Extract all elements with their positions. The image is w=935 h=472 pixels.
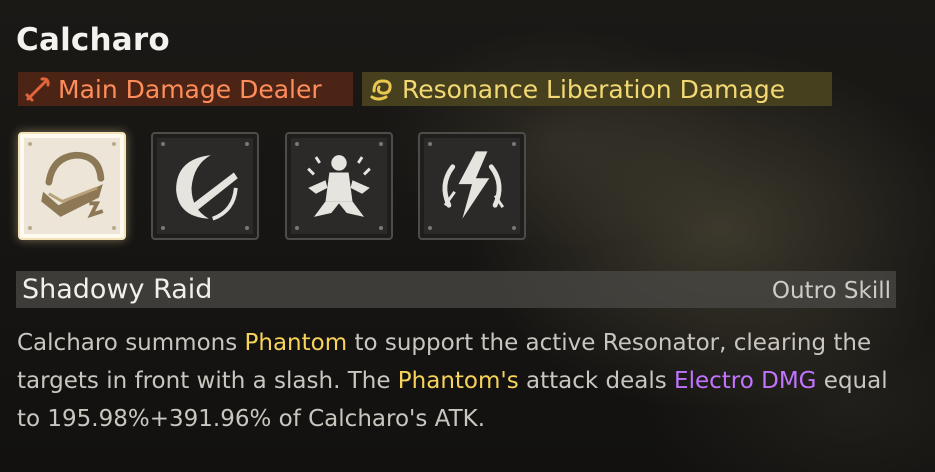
shadowy-raid-icon <box>41 151 105 219</box>
skill-slot-slash[interactable] <box>151 132 259 240</box>
tag-label: Main Damage Dealer <box>58 74 322 104</box>
tag-label: Resonance Liberation Damage <box>402 74 786 104</box>
character-name: Calcharo <box>16 22 170 58</box>
skill-name: Shadowy Raid <box>22 274 213 305</box>
skill-description: Calcharo summons Phantom to support the … <box>17 324 907 438</box>
skill-slot-lightning[interactable] <box>418 132 526 240</box>
role-tag-resonance-liberation: Resonance Liberation Damage <box>362 72 832 106</box>
highlight-phantoms: Phantom's <box>397 368 519 394</box>
figure-icon <box>307 155 371 217</box>
description-text: Calcharo summons <box>17 330 245 356</box>
highlight-phantom: Phantom <box>244 330 348 356</box>
sword-icon <box>24 75 52 103</box>
lightning-icon <box>442 151 505 219</box>
highlight-electro-dmg: Electro DMG <box>674 368 817 394</box>
swirl-icon <box>368 75 396 103</box>
slash-icon <box>176 155 238 221</box>
role-tag-main-damage-dealer: Main Damage Dealer <box>18 72 353 106</box>
skill-type: Outro Skill <box>771 278 891 304</box>
skill-slot-shadowy-raid[interactable] <box>18 132 126 240</box>
skill-slot-figure[interactable] <box>285 132 393 240</box>
description-text: attack deals <box>518 368 675 394</box>
